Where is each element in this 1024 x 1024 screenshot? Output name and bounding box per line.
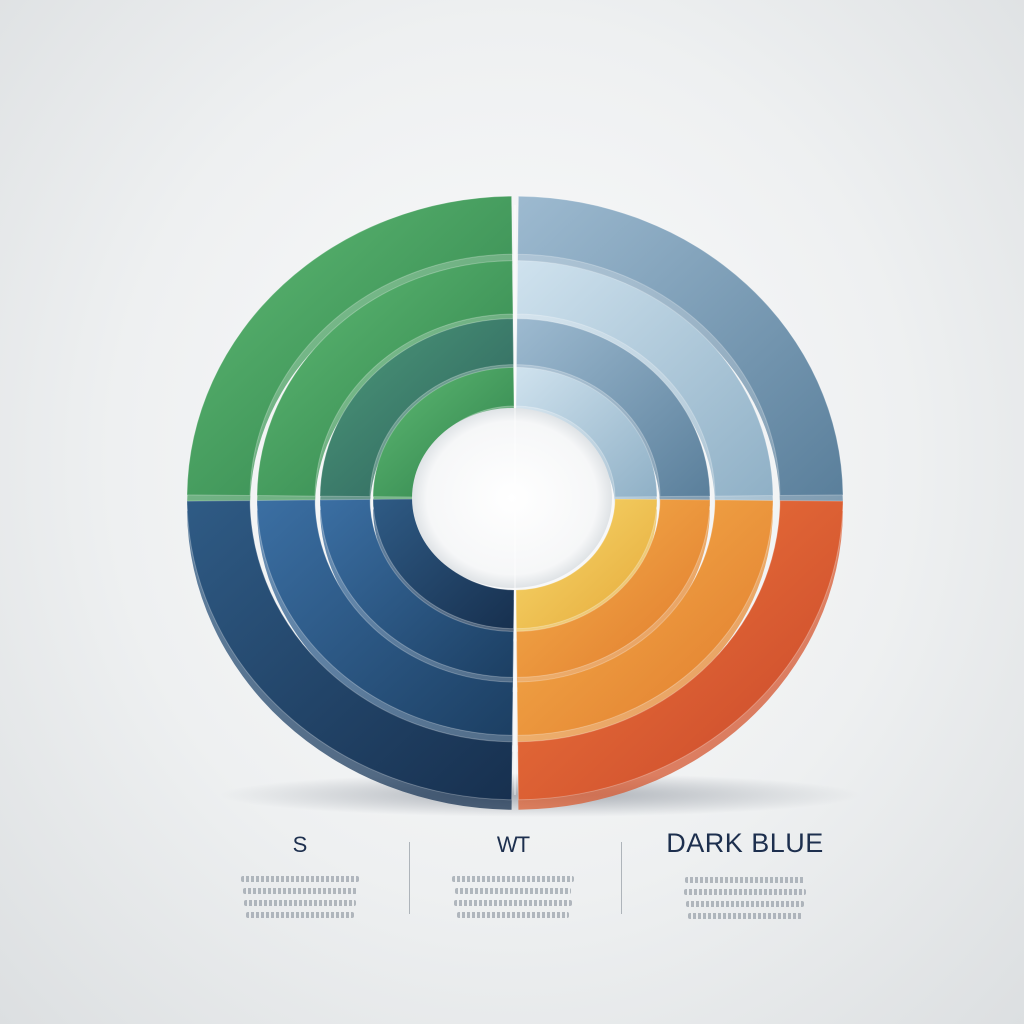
center-hole — [412, 408, 612, 588]
legend-title-s: S — [292, 832, 308, 857]
legend-divider-1 — [409, 842, 410, 914]
legend-body-text-dark-blue — [650, 877, 840, 919]
legend-title-wt: WT — [496, 832, 530, 857]
legend-column-dark-blue: DARK BLUE — [650, 826, 840, 925]
legend-divider-2 — [621, 842, 622, 914]
legend-body-text-s — [230, 876, 370, 918]
legend-body-text-wt — [438, 876, 588, 918]
legend-title-dark-blue: DARK BLUE — [666, 828, 824, 858]
legend-column-s: S — [230, 826, 370, 924]
legend: S WT DARK BLUE — [0, 826, 1024, 946]
legend-column-wt: WT — [438, 826, 588, 924]
